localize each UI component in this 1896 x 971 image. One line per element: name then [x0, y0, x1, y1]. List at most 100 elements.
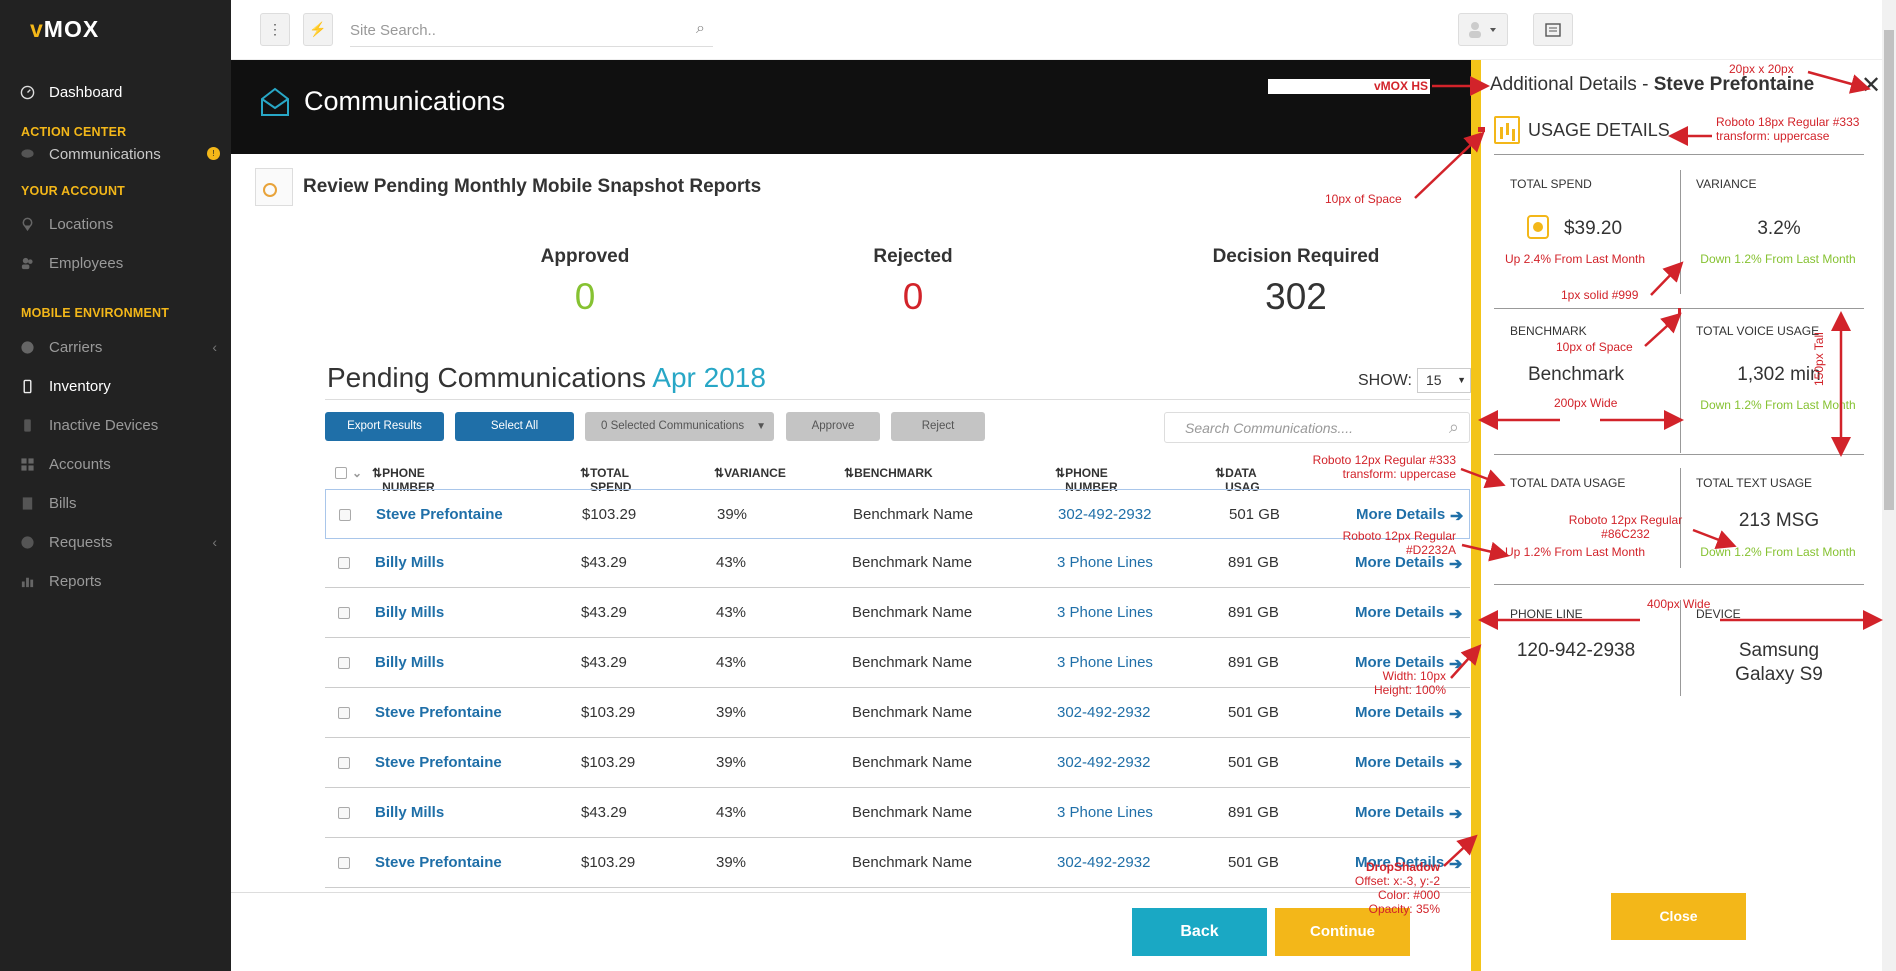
- reject-button[interactable]: Reject: [891, 412, 985, 441]
- sidebar-item-accounts[interactable]: Accounts: [0, 451, 231, 477]
- site-search-input[interactable]: Site Search.. ⌕: [350, 16, 713, 47]
- phone-number-link[interactable]: 3 Phone Lines: [1057, 654, 1153, 671]
- phone-number-link[interactable]: 302-492-2932: [1058, 506, 1151, 523]
- employee-name-link[interactable]: Billy Mills: [375, 554, 444, 571]
- select-all-button[interactable]: Select All: [455, 412, 574, 441]
- arrow-right-icon[interactable]: ➔: [1449, 704, 1462, 724]
- approve-button[interactable]: Approve: [786, 412, 880, 441]
- globe-icon: [21, 340, 34, 354]
- selected-count: 0 Selected Communications: [601, 420, 745, 432]
- row-checkbox[interactable]: [338, 657, 350, 669]
- selected-communications-dropdown[interactable]: 0 Selected Communications ▼: [585, 412, 774, 441]
- column-header-phone-number-2[interactable]: ⇅ PHONE NUMBER: [1055, 466, 1118, 494]
- table-row[interactable]: Billy Mills $43.29 43% Benchmark Name 3 Phon…: [325, 588, 1470, 638]
- sidebar-item-carriers[interactable]: Carriers ‹: [0, 334, 231, 360]
- table-row[interactable]: Steve Prefontaine $103.29 39% Benchmark Nam…: [325, 738, 1470, 788]
- employee-name-link[interactable]: Steve Prefontaine: [375, 854, 502, 871]
- phone-number-link[interactable]: 302-492-2932: [1057, 854, 1150, 871]
- sidebar-item-communications[interactable]: Communications: [0, 141, 231, 167]
- more-details-link[interactable]: More Details: [1355, 754, 1444, 771]
- employee-name-link[interactable]: Billy Mills: [375, 654, 444, 671]
- quick-action-button[interactable]: ⚡: [303, 13, 333, 46]
- table-row[interactable]: Steve Prefontaine $103.29 39% Benchmark Nam…: [325, 688, 1470, 738]
- arrow-right-icon[interactable]: ➔: [1449, 804, 1462, 824]
- panel-close-button[interactable]: Close: [1611, 893, 1746, 940]
- employee-name-link[interactable]: Billy Mills: [375, 604, 444, 621]
- stat-value: 0: [902, 276, 924, 317]
- export-results-button[interactable]: Export Results: [325, 412, 444, 441]
- page-scrollbar[interactable]: [1882, 0, 1896, 971]
- column-header-benchmark[interactable]: ⇅ BENCHMARK: [844, 466, 933, 480]
- more-details-link[interactable]: More Details: [1356, 506, 1445, 523]
- sidebar-item-inventory[interactable]: Inventory: [0, 373, 231, 399]
- search-icon[interactable]: ⌕: [1449, 417, 1459, 438]
- table-row[interactable]: Billy Mills $43.29 43% Benchmark Name 3 Phon…: [325, 788, 1470, 838]
- scrollbar-thumb[interactable]: [1884, 30, 1894, 510]
- row-checkbox[interactable]: [338, 757, 350, 769]
- total-spend-cell: $103.29: [582, 506, 637, 523]
- stat-rejected: Rejected 0: [838, 246, 988, 318]
- phone-number-link[interactable]: 302-492-2932: [1057, 704, 1150, 721]
- phone-number-link[interactable]: 3 Phone Lines: [1057, 604, 1153, 621]
- row-checkbox[interactable]: [338, 857, 350, 869]
- sidebar-item-bills[interactable]: Bills: [0, 490, 231, 516]
- sidebar-item-reports[interactable]: Reports: [0, 568, 231, 594]
- panel-toggle-button[interactable]: [1533, 13, 1573, 46]
- sidebar-item-locations[interactable]: Locations: [0, 211, 231, 237]
- voice-usage-change: Down 1.2% From Last Month: [1700, 398, 1856, 412]
- page-size-value: 15: [1426, 372, 1442, 388]
- column-header-total-spend[interactable]: ⇅ TOTAL SPEND: [580, 466, 631, 494]
- back-button[interactable]: Back: [1132, 908, 1267, 956]
- column-header-variance[interactable]: ⇅ VARIANCE: [714, 466, 786, 480]
- menu-button[interactable]: ⋮: [260, 13, 290, 46]
- search-icon[interactable]: ⌕: [696, 20, 705, 38]
- table-row[interactable]: Billy Mills $43.29 43% Benchmark Name 3 Phon…: [325, 538, 1470, 588]
- employee-name-link[interactable]: Steve Prefontaine: [376, 506, 503, 523]
- employee-name-link[interactable]: Billy Mills: [375, 804, 444, 821]
- annotation-400-wide: 400px Wide: [1647, 597, 1711, 611]
- more-details-link[interactable]: More Details: [1355, 604, 1444, 621]
- arrow-right-icon[interactable]: ➔: [1449, 654, 1462, 674]
- more-details-link[interactable]: More Details: [1355, 704, 1444, 721]
- page-size-select[interactable]: 15 ▼: [1417, 368, 1471, 393]
- sidebar-item-inactive-devices[interactable]: Inactive Devices: [0, 412, 231, 438]
- employee-name-link[interactable]: Steve Prefontaine: [375, 754, 502, 771]
- close-icon[interactable]: ✕: [1861, 71, 1881, 100]
- table-row[interactable]: Steve Prefontaine $103.29 39% Benchmark Nam…: [325, 489, 1470, 539]
- arrow-right-icon[interactable]: ➔: [1449, 854, 1462, 874]
- employee-name-link[interactable]: Steve Prefontaine: [375, 704, 502, 721]
- annotation-line: Width: 10px: [1382, 669, 1446, 683]
- chevron-left-icon: ‹: [212, 339, 217, 355]
- user-menu-button[interactable]: [1458, 13, 1508, 46]
- voice-usage-value: 1,302 min: [1737, 364, 1821, 385]
- column-header-phone-number[interactable]: ⇅ PHONE NUMBER: [372, 466, 435, 494]
- row-checkbox[interactable]: [339, 509, 351, 521]
- phone-number-link[interactable]: 3 Phone Lines: [1057, 554, 1153, 571]
- row-checkbox[interactable]: [338, 607, 350, 619]
- vmox-logo[interactable]: vMOX: [30, 16, 99, 43]
- arrow-right-icon[interactable]: ➔: [1449, 554, 1462, 574]
- data-usage-cell: 501 GB: [1228, 754, 1279, 771]
- row-checkbox[interactable]: [338, 707, 350, 719]
- variance-cell: 39%: [716, 704, 747, 721]
- search-communications-input[interactable]: Search Communications.... ⌕: [1164, 412, 1470, 443]
- more-details-link[interactable]: More Details: [1355, 804, 1444, 821]
- arrow-right-icon[interactable]: ➔: [1450, 506, 1463, 526]
- footer-divider: [231, 892, 1471, 893]
- sort-icon[interactable]: ⌄: [352, 466, 362, 480]
- row-checkbox[interactable]: [338, 807, 350, 819]
- arrow-right-icon[interactable]: ➔: [1449, 604, 1462, 624]
- column-header-data-usage[interactable]: ⇅ DATA USAG: [1215, 466, 1260, 494]
- data-usage-cell: 891 GB: [1228, 604, 1279, 621]
- sidebar-item-dashboard[interactable]: Dashboard: [0, 79, 231, 105]
- top-bar: ⋮ ⚡ Site Search.. ⌕: [231, 0, 1896, 60]
- table-row[interactable]: Steve Prefontaine $103.29 39% Benchmark Nam…: [325, 838, 1470, 888]
- phone-number-link[interactable]: 302-492-2932: [1057, 754, 1150, 771]
- phone-number-link[interactable]: 3 Phone Lines: [1057, 804, 1153, 821]
- arrow-right-icon[interactable]: ➔: [1449, 754, 1462, 774]
- row-checkbox[interactable]: [338, 557, 350, 569]
- sidebar-item-employees[interactable]: Employees: [0, 250, 231, 276]
- sidebar-item-requests[interactable]: Requests ‹: [0, 529, 231, 555]
- select-all-checkbox[interactable]: [335, 467, 347, 479]
- table-row[interactable]: Billy Mills $43.29 43% Benchmark Name 3 Phon…: [325, 638, 1470, 688]
